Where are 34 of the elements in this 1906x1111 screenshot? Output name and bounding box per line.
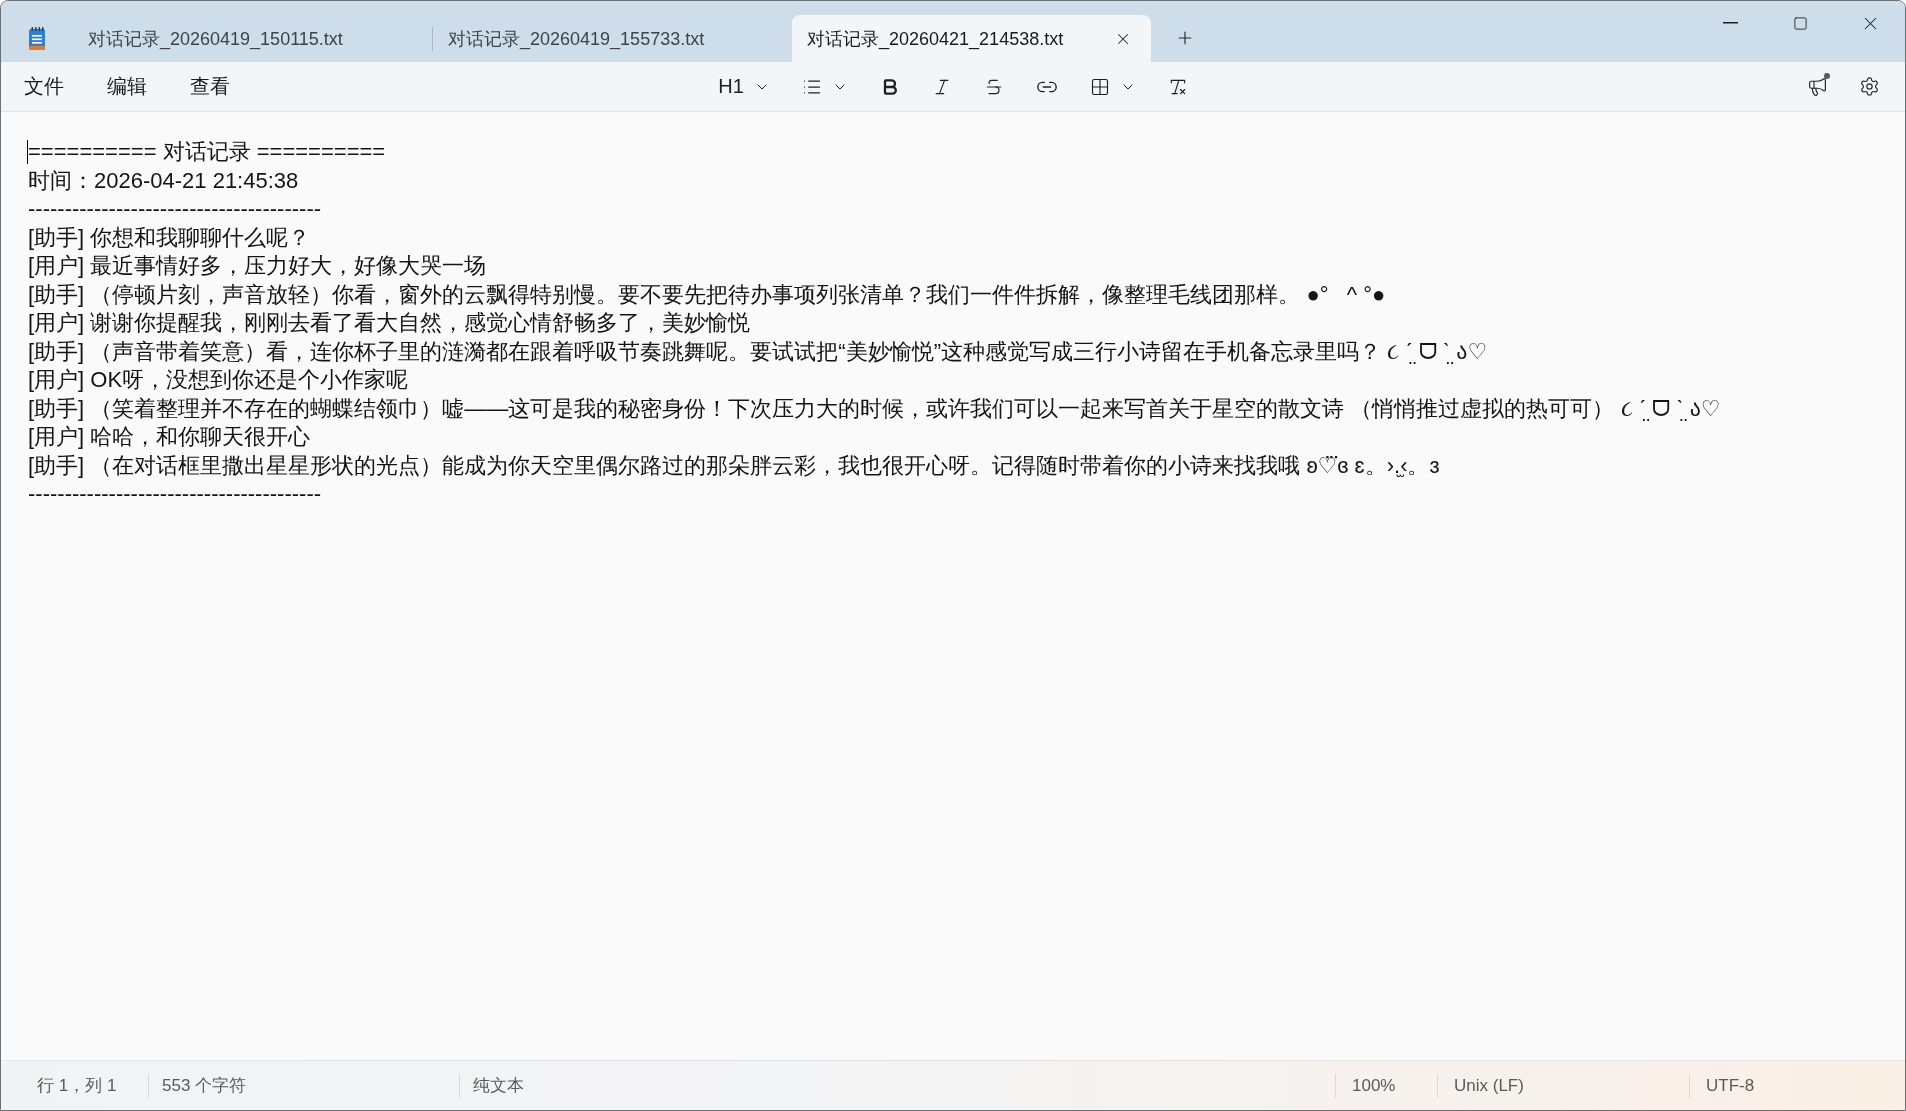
text-line: [助手] 你想和我聊聊什么呢？	[28, 223, 311, 252]
line-ending: Unix (LF)	[1437, 1073, 1689, 1098]
zoom-level: 100%	[1335, 1073, 1437, 1098]
character-count: 553 个字符	[148, 1073, 459, 1098]
file-format: 纯文本	[459, 1073, 1335, 1098]
table-icon	[1089, 76, 1110, 97]
text-line: [助手] （在对话框里撒出星星形状的光点）能成为你天空里偶尔路过的那朵胖云彩，我也很开心呀。记得随时带着你的小诗来找我哦 ʚ♡⃛ɞ ɛ。›.̫‹。ɜ	[28, 451, 1440, 480]
text-line: ========== 对话记录 ==========	[28, 138, 386, 166]
encoding: UTF-8	[1689, 1073, 1905, 1098]
cursor-position: 行 1，列 1	[36, 1075, 118, 1097]
notification-dot-icon	[1824, 72, 1830, 79]
text-line: [用户] 谢谢你提醒我，刚刚去看了看大自然，感觉心情舒畅多了，美妙愉悦	[28, 309, 751, 337]
menu-item[interactable]: 文件	[16, 68, 72, 105]
file-tab[interactable]: 对话记录_20260421_214538.txt	[792, 15, 1151, 62]
megaphone-icon	[1806, 76, 1828, 97]
menu-item[interactable]: 查看	[182, 68, 238, 105]
minimize-icon	[1722, 22, 1738, 24]
heading-dropdown[interactable]: H1	[710, 68, 778, 105]
text-line: [用户] 最近事情好多，压力好大，好像大哭一场	[28, 252, 487, 280]
menu-item[interactable]: 编辑	[99, 68, 155, 105]
notepad-app-icon	[29, 27, 45, 50]
text-line: [助手] （笑着整理并不存在的蝴蝶结领巾）嘘——这可是我的秘密身份！下次压力大的时候，或许我们可以一起来写首关于星空的散文诗 （悄悄推过虚拟的热可可） ૮ ˊ̤ ᗜ ˋ̤ ა♡	[28, 394, 1721, 423]
settings-icon	[1858, 76, 1880, 97]
text-line: [助手] （声音带着笑意）看，连你杯子里的涟漪都在跟着呼吸节奏跳舞呢。要试试把“美妙愉悦”这种感觉写成三行小诗留在手机备忘录里吗？ ૮ ˊ̤ ᗜ ˋ̤ ა♡	[28, 337, 1488, 366]
text-line: ----------------------------------------	[28, 195, 322, 223]
text-line: [用户] 哈哈，和你聊天很开心	[28, 423, 311, 451]
text-line: ----------------------------------------	[28, 480, 322, 508]
maximize-icon	[1792, 15, 1808, 31]
file-tab[interactable]: 对话记录_20260419_155733.txt	[433, 15, 792, 62]
text-line: 时间：2026-04-21 21:45:38	[28, 166, 299, 195]
text-cursor	[27, 140, 28, 164]
text-line: [助手] （停顿片刻，声音放轻）你看，窗外的云飘得特别慢。要不要先把待办事项列张清单？我们一件件拆解，像整理毛线团那样。 ●° ^ °●	[28, 280, 1386, 309]
text-line: [用户] OK呀，没想到你还是个小作家呢	[28, 366, 409, 394]
file-tab[interactable]: 对话记录_20260419_150115.txt	[73, 15, 432, 62]
